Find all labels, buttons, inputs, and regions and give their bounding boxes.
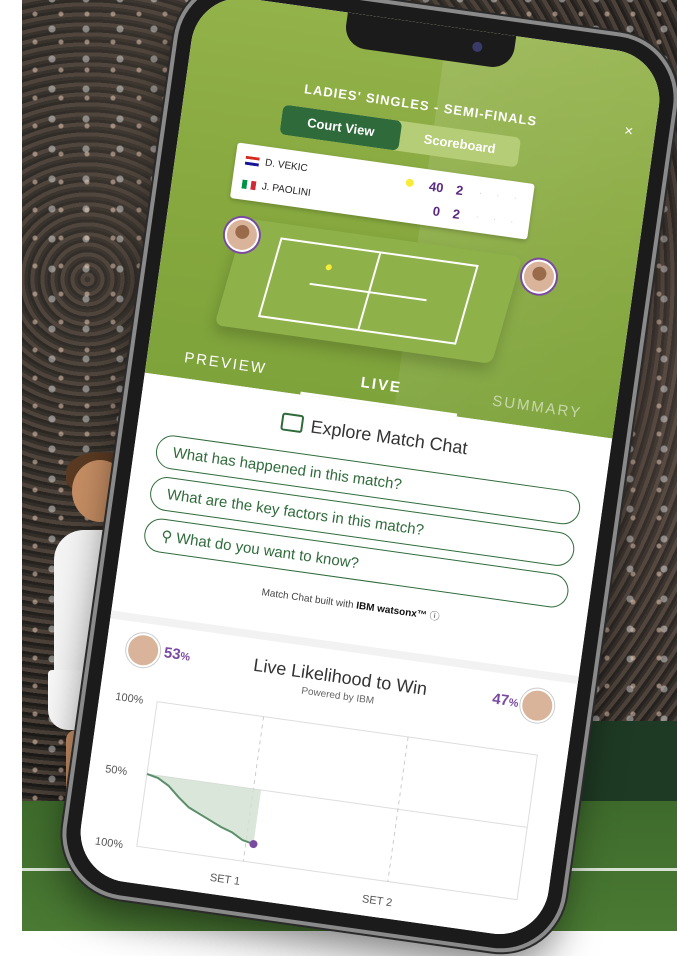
x-tick-label: SET 2 — [361, 893, 393, 909]
y-tick-label: 100% — [115, 691, 145, 707]
player-2-points: 0 — [431, 202, 442, 219]
player-2-games: 2 — [451, 205, 461, 222]
gridline-set — [387, 736, 409, 882]
x-tick-label: SET 1 — [209, 872, 241, 888]
player-1-games: 2 — [455, 181, 465, 198]
chat-input-placeholder: What do you want to know? — [175, 529, 360, 573]
player-1-points: 40 — [428, 178, 445, 195]
serve-indicator-icon — [405, 178, 415, 188]
set-dots: · · · — [475, 211, 521, 228]
likelihood-area — [146, 773, 262, 845]
y-tick-label: 100% — [94, 835, 124, 851]
set-dots: · · · — [478, 187, 524, 204]
pct-sign: % — [507, 696, 520, 710]
court-view-button[interactable]: Court View — [279, 104, 403, 151]
info-icon[interactable]: ⓘ — [429, 611, 440, 623]
built-with-prefix: Match Chat built with — [260, 587, 355, 612]
y-tick-label: 50% — [104, 763, 128, 778]
court-lines — [257, 237, 479, 345]
court-view-panel: LADIES' SINGLES - SEMI-FINALS × Court Vi… — [144, 0, 666, 445]
player-2-likelihood: 47% — [491, 690, 520, 711]
camera-icon — [471, 41, 484, 53]
italy-flag-icon — [241, 178, 257, 190]
croatia-flag-icon — [244, 155, 260, 167]
chat-title-text: Explore Match Chat — [309, 416, 469, 459]
built-with-brand: IBM watsonx™ — [355, 600, 428, 622]
chat-bubble-icon — [280, 412, 305, 434]
